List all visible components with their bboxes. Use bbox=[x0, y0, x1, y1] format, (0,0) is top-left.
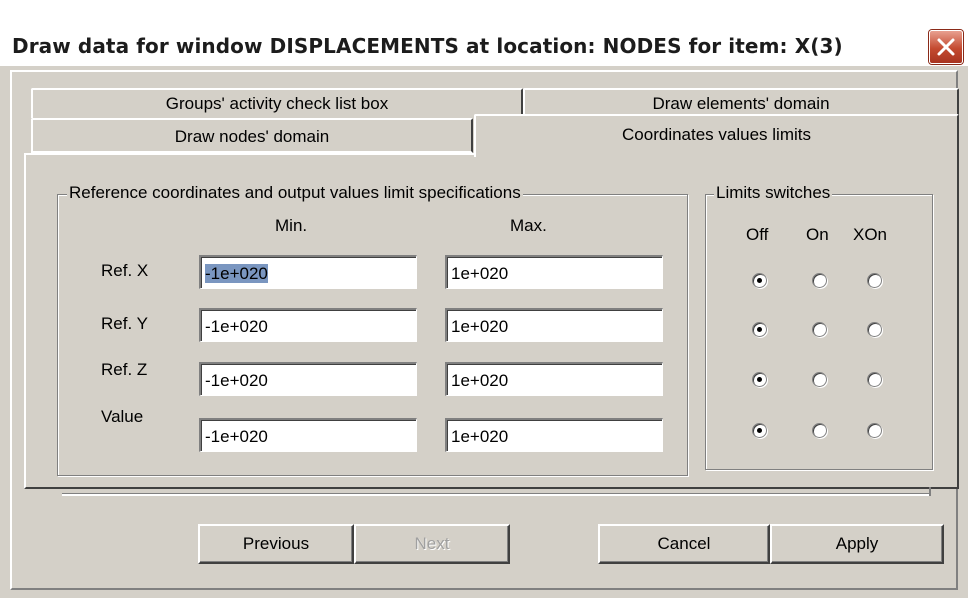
tab-groups-activity[interactable]: Groups' activity check list box bbox=[31, 88, 523, 118]
limits-switches-legend: Limits switches bbox=[714, 183, 833, 203]
ref-x-on-radio[interactable] bbox=[812, 273, 827, 288]
apply-button[interactable]: Apply bbox=[770, 524, 944, 564]
field-value: -1e+020 bbox=[205, 371, 268, 390]
ref-y-xon-radio[interactable] bbox=[867, 322, 882, 337]
field-value: -1e+020 bbox=[205, 317, 268, 336]
field-value: 1e+020 bbox=[451, 427, 509, 446]
panel-top-border bbox=[24, 153, 474, 155]
row-label-ref-y: Ref. Y bbox=[101, 314, 148, 333]
switch-header-off: Off bbox=[746, 225, 769, 244]
value-min-input[interactable]: -1e+020 bbox=[199, 418, 417, 452]
separator-line bbox=[62, 493, 930, 496]
close-x-icon bbox=[937, 38, 955, 56]
ref-y-on-radio[interactable] bbox=[812, 322, 827, 337]
ref-z-off-radio[interactable] bbox=[752, 372, 767, 387]
ref-y-min-input[interactable]: -1e+020 bbox=[199, 308, 417, 342]
row-label-ref-z: Ref. Z bbox=[101, 360, 148, 379]
ref-x-max-input[interactable]: 1e+020 bbox=[445, 255, 663, 289]
next-button[interactable]: Next bbox=[354, 524, 510, 564]
row-label-ref-x: Ref. X bbox=[101, 261, 149, 280]
ref-z-min-input[interactable]: -1e+020 bbox=[199, 362, 417, 396]
ref-y-off-radio[interactable] bbox=[752, 322, 767, 337]
ref-z-max-input[interactable]: 1e+020 bbox=[445, 362, 663, 396]
window-title: Draw data for window DISPLACEMENTS at lo… bbox=[12, 34, 843, 58]
value-off-radio[interactable] bbox=[752, 423, 767, 438]
field-value: -1e+020 bbox=[205, 264, 268, 283]
title-bar: Draw data for window DISPLACEMENTS at lo… bbox=[0, 12, 968, 66]
min-column-header: Min. bbox=[275, 216, 308, 235]
tab-coordinates-values-limits[interactable]: Coordinates values limits bbox=[474, 114, 959, 157]
row-label-value: Value bbox=[101, 407, 144, 426]
field-value: -1e+020 bbox=[205, 427, 268, 446]
ref-x-min-input[interactable]: -1e+020 bbox=[199, 255, 417, 289]
field-value: 1e+020 bbox=[451, 317, 509, 336]
value-xon-radio[interactable] bbox=[867, 423, 882, 438]
ref-z-on-radio[interactable] bbox=[812, 372, 827, 387]
ref-x-off-radio[interactable] bbox=[752, 273, 767, 288]
value-on-radio[interactable] bbox=[812, 423, 827, 438]
cancel-button[interactable]: Cancel bbox=[598, 524, 770, 564]
separator-end bbox=[926, 487, 931, 496]
previous-button[interactable]: Previous bbox=[198, 524, 354, 564]
ref-z-xon-radio[interactable] bbox=[867, 372, 882, 387]
tab-draw-nodes-domain[interactable]: Draw nodes' domain bbox=[31, 118, 473, 153]
tab-label: Groups' activity check list box bbox=[165, 94, 389, 113]
tab-label: Draw nodes' domain bbox=[174, 127, 330, 146]
field-value: 1e+020 bbox=[451, 371, 509, 390]
switch-header-on: On bbox=[806, 225, 829, 244]
max-column-header: Max. bbox=[510, 216, 547, 235]
field-value: 1e+020 bbox=[451, 264, 509, 283]
switch-header-xon: XOn bbox=[853, 225, 888, 244]
limits-specification-legend: Reference coordinates and output values … bbox=[67, 183, 523, 203]
close-button[interactable] bbox=[929, 30, 963, 64]
ref-y-max-input[interactable]: 1e+020 bbox=[445, 308, 663, 342]
tab-label: Coordinates values limits bbox=[622, 125, 811, 144]
value-max-input[interactable]: 1e+020 bbox=[445, 418, 663, 452]
ref-x-xon-radio[interactable] bbox=[867, 273, 882, 288]
